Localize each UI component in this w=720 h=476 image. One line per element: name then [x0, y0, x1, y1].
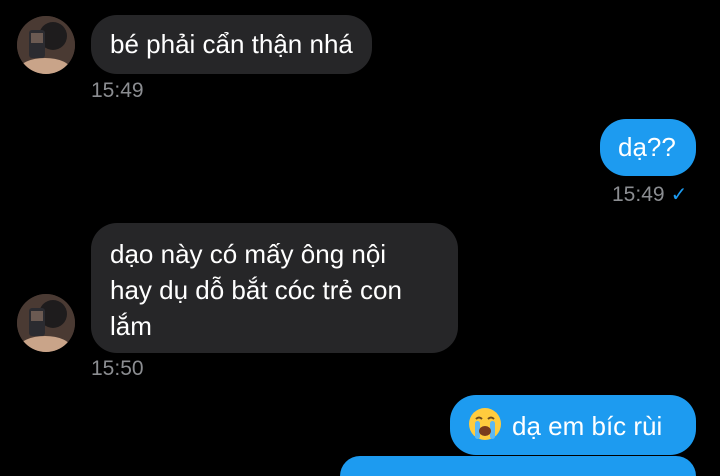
- message-bubble-outgoing-partial[interactable]: [340, 456, 696, 476]
- message-line: hay dụ dỗ bắt cóc trẻ con: [110, 275, 402, 305]
- message-line: lắm: [110, 311, 152, 341]
- message-text: bé phải cẩn thận nhá: [110, 29, 353, 59]
- message-line: dạo này có mấy ông nội: [110, 239, 387, 269]
- message-bubble-incoming[interactable]: dạo này có mấy ông nội hay dụ dỗ bắt cóc…: [91, 223, 458, 353]
- contact-avatar[interactable]: [17, 16, 75, 74]
- loudly-crying-face-emoji: [468, 407, 502, 441]
- message-text: dạ em bíc rùi: [512, 411, 663, 441]
- check-icon: ✓: [670, 184, 688, 206]
- message-bubble-outgoing[interactable]: dạ??: [600, 119, 696, 176]
- message-timestamp: 15:49: [91, 79, 144, 102]
- message-text: dạ??: [618, 132, 676, 162]
- message-timestamp: 15:50: [91, 357, 144, 380]
- message-bubble-incoming[interactable]: bé phải cẩn thận nhá: [91, 15, 372, 74]
- message-bubble-outgoing[interactable]: dạ em bíc rùi: [450, 395, 696, 455]
- message-timestamp: 15:49 ✓: [612, 183, 688, 206]
- contact-avatar[interactable]: [17, 294, 75, 352]
